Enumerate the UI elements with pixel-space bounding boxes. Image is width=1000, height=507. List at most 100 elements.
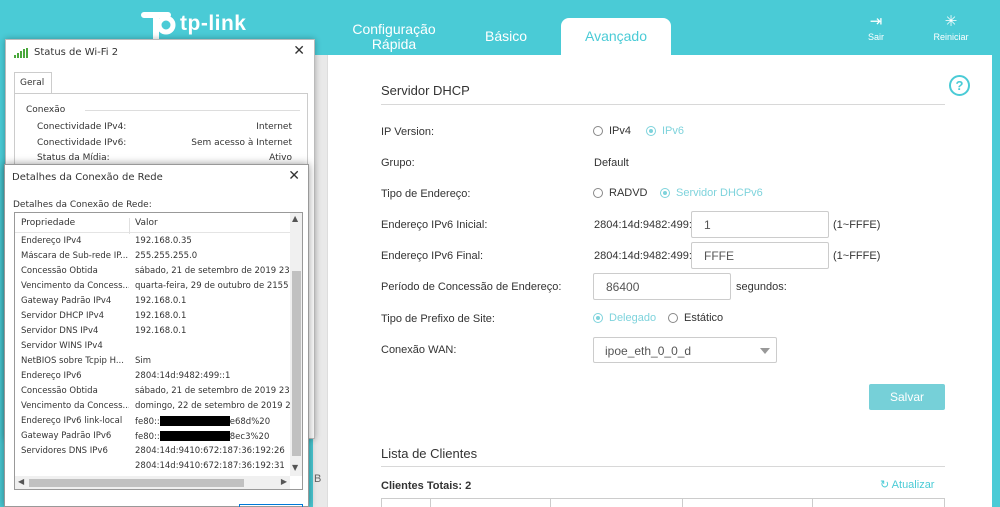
value-prefix: fe80:: — [135, 432, 160, 442]
refresh-label: Atualizar — [891, 479, 935, 491]
tab-basic[interactable]: Básico — [478, 29, 534, 44]
horizontal-scrollbar[interactable]: ◀ ▶ — [15, 476, 290, 489]
lease-time-input[interactable]: 86400 — [593, 273, 731, 300]
save-button[interactable]: Salvar — [869, 384, 945, 410]
tab-quick-setup-line2: Rápida — [371, 36, 417, 52]
table-row[interactable]: NetBIOS sobre Tcpip H... Sim — [15, 354, 290, 369]
table-row[interactable]: Máscara de Sub-rede IP... 255.255.255.0 — [15, 249, 290, 264]
tp-link-logo: tp-link — [138, 4, 247, 44]
radio-delegated[interactable]: Delegado — [593, 312, 656, 324]
chevron-down-icon — [760, 348, 770, 354]
status-row: Conectividade IPv4: Internet — [37, 122, 292, 132]
close-icon[interactable]: ✕ — [288, 168, 300, 184]
scroll-right-icon[interactable]: ▶ — [281, 477, 287, 486]
background-page-edge: B — [313, 55, 338, 507]
start-address-input[interactable]: 1 — [691, 211, 829, 238]
column-header-property[interactable]: Propriedade — [21, 218, 75, 228]
site-prefix-type-label: Tipo de Prefixo de Site: — [381, 313, 495, 325]
value-cell: fe80:: 8ec3%20 — [135, 431, 290, 442]
scroll-down-icon[interactable]: ▼ — [292, 463, 298, 472]
table-row[interactable]: Endereço IPv6 2804:14d:9482:499::1 — [15, 369, 290, 384]
redaction-block — [159, 416, 230, 426]
table-row[interactable]: Gateway Padrão IPv6 fe80:: 8ec3%20 — [15, 429, 290, 444]
address-type-label: Tipo de Endereço: — [381, 188, 471, 200]
table-row[interactable]: Vencimento da Concess... quarta-feira, 29… — [15, 279, 290, 294]
end-address-label: Endereço IPv6 Final: — [381, 250, 484, 262]
wifi-signal-icon — [14, 47, 28, 58]
section-divider — [381, 104, 945, 105]
tab-advanced[interactable]: Avançado — [561, 18, 671, 58]
property-cell: Máscara de Sub-rede IP... — [21, 251, 129, 261]
client-table-divider — [812, 499, 813, 507]
advanced-panel: Servidor DHCP ? IP Version: IPv4 IPv6 Gr… — [338, 55, 1000, 507]
radio-static[interactable]: Estático — [668, 312, 723, 324]
vertical-scrollbar[interactable]: ▲ ▼ — [290, 213, 302, 476]
wifi-status-title: Status de Wi-Fi 2 — [34, 47, 119, 58]
column-header-value[interactable]: Valor — [135, 218, 158, 228]
radio-ipv4-label: IPv4 — [609, 125, 632, 137]
end-address-input[interactable]: FFFE — [691, 242, 829, 269]
status-row-label: Status da Mídia: — [37, 153, 110, 163]
exit-button[interactable]: ⇥ Sair — [864, 12, 888, 42]
brand-name: tp-link — [180, 12, 247, 35]
status-row-label: Conectividade IPv4: — [37, 122, 127, 132]
wan-connection-select[interactable]: ipoe_eth_0_0_d — [593, 337, 777, 363]
value-suffix: e68d%20 — [229, 417, 271, 427]
radio-dhcpv6-label: Servidor DHCPv6 — [676, 187, 763, 199]
close-icon[interactable]: ✕ — [293, 43, 305, 59]
radio-dhcpv6[interactable]: Servidor DHCPv6 — [660, 187, 763, 199]
table-row[interactable]: Endereço IPv4 192.168.0.35 — [15, 234, 290, 249]
radio-ipv6-dot — [646, 126, 656, 136]
table-row[interactable]: Servidor DNS IPv4 192.168.0.1 — [15, 324, 290, 339]
tab-general[interactable]: Geral — [14, 72, 52, 94]
table-row[interactable]: Servidor DHCP IPv4 192.168.0.1 — [15, 309, 290, 324]
refresh-button[interactable]: ↻ Atualizar — [880, 478, 934, 491]
radio-radvd[interactable]: RADVD — [593, 187, 648, 199]
status-row: Status da Mídia: Ativo — [37, 153, 292, 163]
radio-ipv4[interactable]: IPv4 — [593, 125, 631, 137]
table-row[interactable]: Vencimento da Concess... domingo, 22 de s… — [15, 399, 290, 414]
radio-ipv6[interactable]: IPv6 — [646, 125, 684, 137]
property-cell: Servidor WINS IPv4 — [21, 341, 103, 351]
radio-radvd-label: RADVD — [609, 187, 648, 199]
property-cell: Endereço IPv4 — [21, 236, 82, 246]
value-cell: domingo, 22 de setembro de 2019 23: — [135, 401, 290, 411]
table-row[interactable]: Servidor WINS IPv4 — [15, 339, 290, 354]
client-total: Clientes Totais: 2 — [381, 480, 472, 492]
logout-icon: ⇥ — [869, 13, 883, 30]
radio-delegated-label: Delegado — [609, 312, 657, 324]
property-cell: Endereço IPv6 — [21, 371, 82, 381]
table-row[interactable]: Servidores DNS IPv6 2804:14d:9410:672:187… — [15, 444, 290, 459]
exit-label: Sair — [867, 32, 884, 42]
start-address-prefix: 2804:14d:9482:499:: — [594, 219, 695, 231]
column-divider[interactable] — [129, 218, 130, 234]
reboot-icon: ✳ — [944, 13, 958, 30]
details-title: Detalhes da Conexão de Rede — [12, 172, 163, 183]
radio-static-dot — [668, 313, 678, 323]
table-row[interactable]: Gateway Padrão IPv4 192.168.0.1 — [15, 294, 290, 309]
group-label: Grupo: — [381, 157, 415, 169]
radio-dhcpv6-dot — [660, 188, 670, 198]
scroll-left-icon[interactable]: ◀ — [18, 477, 24, 486]
horizontal-scroll-thumb[interactable] — [29, 479, 244, 487]
details-list[interactable]: Propriedade Valor Endereço IPv4 192.168.0… — [14, 212, 303, 490]
table-row[interactable]: 2804:14d:9410:672:187:36:192:31 — [15, 459, 290, 474]
table-row[interactable]: Endereço IPv6 link-local fe80:: e68d%20 — [15, 414, 290, 429]
tab-quick-setup[interactable]: Configuração Rápida — [348, 22, 440, 52]
vertical-scroll-thumb[interactable] — [292, 271, 301, 456]
reboot-button[interactable]: ✳ Reiniciar — [928, 12, 974, 42]
help-icon[interactable]: ? — [949, 75, 970, 96]
table-row[interactable]: Concessão Obtida sábado, 21 de setembro d… — [15, 384, 290, 399]
table-row[interactable]: Concessão Obtida sábado, 21 de setembro d… — [15, 264, 290, 279]
status-row: Conectividade IPv6: Sem acesso à Interne… — [37, 138, 292, 148]
lease-time-unit: segundos: — [736, 281, 787, 293]
tp-link-logo-icon — [141, 12, 176, 42]
details-subtitle: Detalhes da Conexão de Rede: — [13, 200, 152, 210]
end-address-range: (1~FFFE) — [833, 250, 881, 262]
property-cell: Gateway Padrão IPv6 — [21, 431, 112, 441]
connection-group-label: Conexão — [26, 105, 66, 115]
value-cell: quarta-feira, 29 de outubro de 2155 0! — [135, 281, 290, 291]
value-cell: 192.168.0.1 — [135, 296, 187, 306]
property-cell: Gateway Padrão IPv4 — [21, 296, 112, 306]
scroll-up-icon[interactable]: ▲ — [292, 214, 298, 223]
